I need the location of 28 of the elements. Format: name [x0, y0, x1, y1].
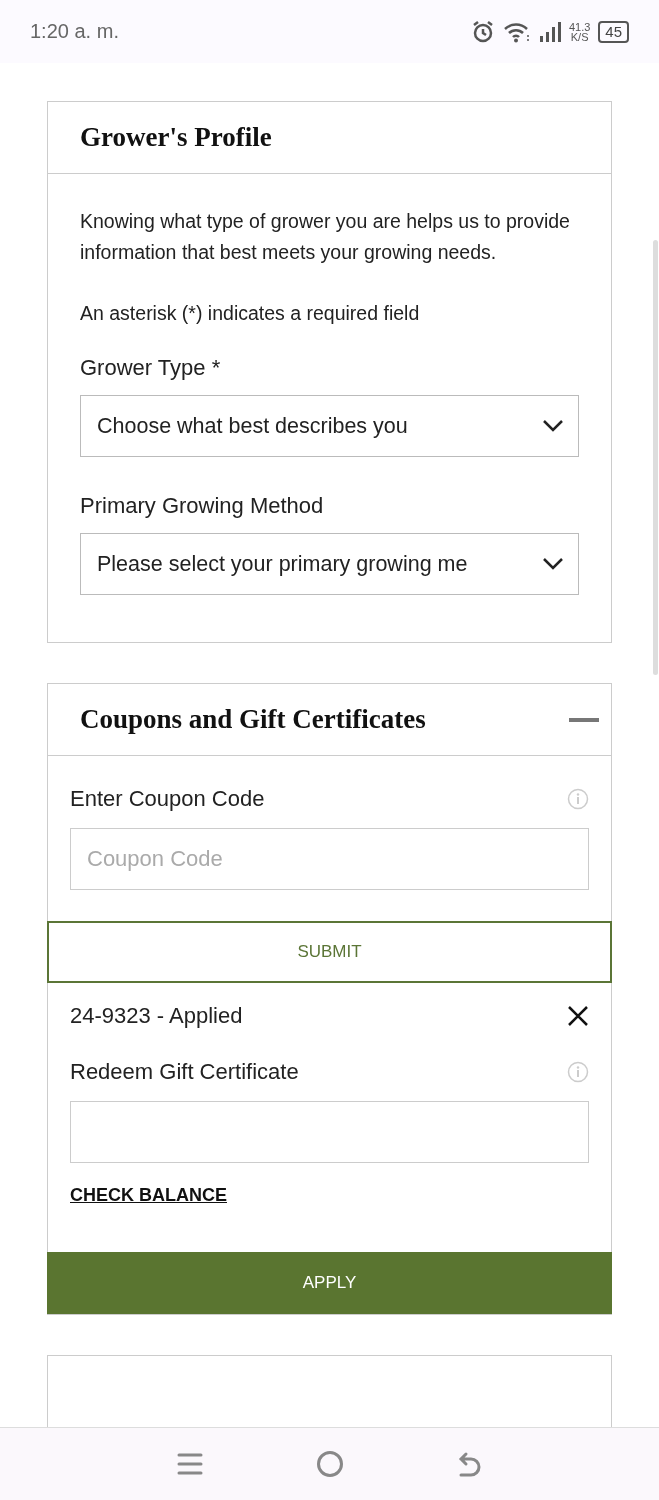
wifi-icon	[502, 20, 531, 43]
field-label: Enter Coupon Code	[70, 786, 265, 812]
back-icon[interactable]	[456, 1451, 483, 1477]
field-label: Grower Type *	[80, 355, 222, 381]
network-speed: 41.3	[568, 21, 591, 32]
card-title: Coupons and Gift Certificates	[80, 704, 426, 735]
apply-button[interactable]: APPLY	[47, 1252, 612, 1314]
signal-icon	[538, 21, 561, 42]
field-label: Redeem Gift Certificate	[70, 1059, 299, 1085]
speed-unit: K/S	[570, 31, 589, 42]
chevron-icon	[542, 419, 564, 433]
card-title: Grower's Profile	[80, 122, 272, 153]
home-icon[interactable]	[315, 1450, 344, 1478]
coupon-input[interactable]: Coupon Code	[70, 828, 589, 890]
intro-text: Knowing what type of grower you are helps us to provide information that best meets your growing needs.	[80, 209, 571, 265]
check-balance-link[interactable]: CHECK BALANCE	[70, 1185, 227, 1205]
clock-time: 1:20 a. m.	[30, 20, 119, 43]
select-field[interactable]: Please select your primary growing me	[80, 533, 579, 595]
close-icon[interactable]	[567, 1005, 589, 1027]
field-label: Primary Growing Method	[80, 493, 325, 519]
gift-certificate-input[interactable]	[70, 1101, 589, 1163]
select-field[interactable]: Choose what best describes you	[80, 395, 579, 457]
required-note: An asterisk (*) indicates a required field	[80, 301, 421, 326]
menu-icon[interactable]	[176, 1452, 203, 1476]
battery-level: 45	[598, 20, 629, 43]
submit-button[interactable]: SUBMIT	[47, 921, 612, 983]
applied-coupon: 24-9323 - Applied	[70, 1003, 243, 1029]
chevron-icon	[542, 557, 564, 571]
